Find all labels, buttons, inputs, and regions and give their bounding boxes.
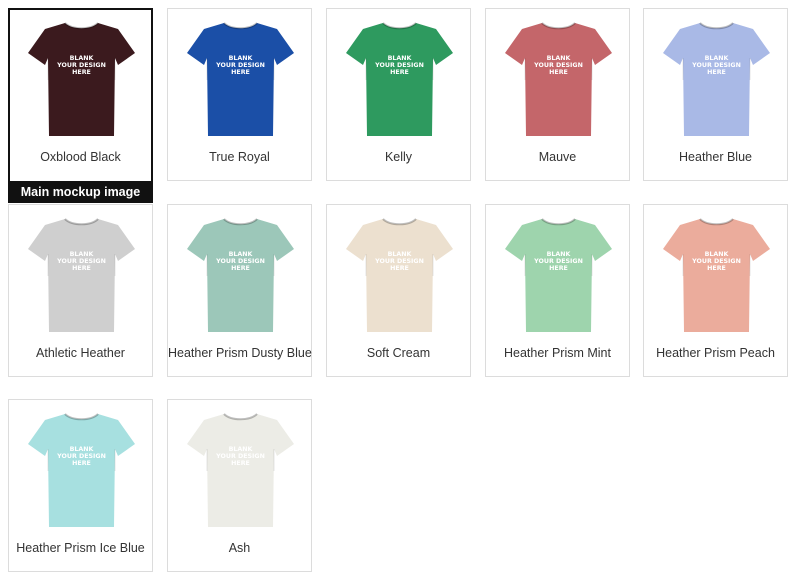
color-label: True Royal	[209, 150, 270, 164]
print-line-1: BLANK	[547, 55, 572, 62]
print-line-3: HERE	[549, 69, 568, 76]
color-label: Heather Prism Dusty Blue	[168, 346, 312, 360]
print-line-2: YOUR DESIGN	[533, 258, 583, 265]
print-line-2: YOUR DESIGN	[215, 62, 265, 69]
tshirt-image: BLANK YOUR DESIGN HERE	[346, 22, 453, 136]
tshirt-image: BLANK YOUR DESIGN HERE	[505, 218, 612, 332]
print-line-3: HERE	[72, 265, 91, 272]
print-line-3: HERE	[231, 69, 250, 76]
color-label: Heather Blue	[679, 150, 752, 164]
tshirt-image: BLANK YOUR DESIGN HERE	[505, 22, 612, 136]
print-line-2: YOUR DESIGN	[374, 258, 424, 265]
color-label: Ash	[228, 541, 251, 555]
color-label: Mauve	[538, 150, 577, 164]
print-line-1: BLANK	[70, 251, 95, 258]
print-line-1: BLANK	[705, 55, 730, 62]
color-label: Heather Prism Ice Blue	[16, 541, 145, 555]
print-line-3: HERE	[390, 69, 409, 76]
print-line-2: YOUR DESIGN	[691, 258, 741, 265]
mockup-card-heather-prism-dusty-blue[interactable]: BLANK YOUR DESIGN HERE Heather Prism Dus…	[167, 204, 312, 377]
mockup-card-heather-blue[interactable]: BLANK YOUR DESIGN HERE Heather Blue	[643, 8, 788, 181]
mockup-card-soft-cream[interactable]: BLANK YOUR DESIGN HERE Soft Cream	[326, 204, 471, 377]
tshirt-image: BLANK YOUR DESIGN HERE	[28, 22, 135, 136]
tshirt-image: BLANK YOUR DESIGN HERE	[28, 218, 135, 332]
mockup-card-kelly[interactable]: BLANK YOUR DESIGN HERE Kelly	[326, 8, 471, 181]
print-line-3: HERE	[231, 460, 250, 467]
print-line-1: BLANK	[705, 251, 730, 258]
mockup-card-ash[interactable]: BLANK YOUR DESIGN HERE Ash	[167, 399, 312, 572]
print-line-2: YOUR DESIGN	[691, 62, 741, 69]
color-label: Kelly	[384, 150, 413, 164]
mockup-card-heather-prism-ice-blue[interactable]: BLANK YOUR DESIGN HERE Heather Prism Ice…	[8, 399, 153, 572]
tshirt-image: BLANK YOUR DESIGN HERE	[663, 218, 770, 332]
print-line-1: BLANK	[229, 251, 254, 258]
tshirt-image: BLANK YOUR DESIGN HERE	[187, 218, 294, 332]
print-line-1: BLANK	[388, 251, 413, 258]
mockup-card-oxblood-black[interactable]: BLANK YOUR DESIGN HERE Oxblood Black Mai…	[8, 8, 153, 203]
tshirt-image: BLANK YOUR DESIGN HERE	[187, 413, 294, 527]
print-line-3: HERE	[707, 265, 726, 272]
print-line-1: BLANK	[229, 55, 254, 62]
tshirt-image: BLANK YOUR DESIGN HERE	[346, 218, 453, 332]
print-line-3: HERE	[549, 265, 568, 272]
print-line-3: HERE	[707, 69, 726, 76]
print-line-2: YOUR DESIGN	[215, 453, 265, 460]
print-line-1: BLANK	[70, 446, 95, 453]
mockup-card-heather-prism-peach[interactable]: BLANK YOUR DESIGN HERE Heather Prism Pea…	[643, 204, 788, 377]
print-line-2: YOUR DESIGN	[374, 62, 424, 69]
print-line-2: YOUR DESIGN	[533, 62, 583, 69]
print-line-2: YOUR DESIGN	[56, 62, 106, 69]
print-line-3: HERE	[72, 460, 91, 467]
print-line-2: YOUR DESIGN	[56, 453, 106, 460]
print-line-1: BLANK	[547, 251, 572, 258]
print-line-2: YOUR DESIGN	[215, 258, 265, 265]
print-line-2: YOUR DESIGN	[56, 258, 106, 265]
main-mockup-badge: Main mockup image	[8, 181, 153, 203]
mockup-card-mauve[interactable]: BLANK YOUR DESIGN HERE Mauve	[485, 8, 630, 181]
color-label: Heather Prism Mint	[504, 346, 611, 360]
mockup-card-true-royal[interactable]: BLANK YOUR DESIGN HERE True Royal	[167, 8, 312, 181]
color-label: Athletic Heather	[36, 346, 125, 360]
print-line-3: HERE	[231, 265, 250, 272]
color-label: Heather Prism Peach	[656, 346, 775, 360]
color-label: Soft Cream	[366, 346, 431, 360]
color-label: Oxblood Black	[40, 150, 121, 164]
print-line-1: BLANK	[388, 55, 413, 62]
print-line-3: HERE	[390, 265, 409, 272]
tshirt-image: BLANK YOUR DESIGN HERE	[663, 22, 770, 136]
mockup-card-heather-prism-mint[interactable]: BLANK YOUR DESIGN HERE Heather Prism Min…	[485, 204, 630, 377]
tshirt-image: BLANK YOUR DESIGN HERE	[28, 413, 135, 527]
print-line-3: HERE	[72, 69, 91, 76]
tshirt-image: BLANK YOUR DESIGN HERE	[187, 22, 294, 136]
mockup-card-athletic-heather[interactable]: BLANK YOUR DESIGN HERE Athletic Heather	[8, 204, 153, 377]
print-line-1: BLANK	[70, 55, 95, 62]
print-line-1: BLANK	[229, 446, 254, 453]
